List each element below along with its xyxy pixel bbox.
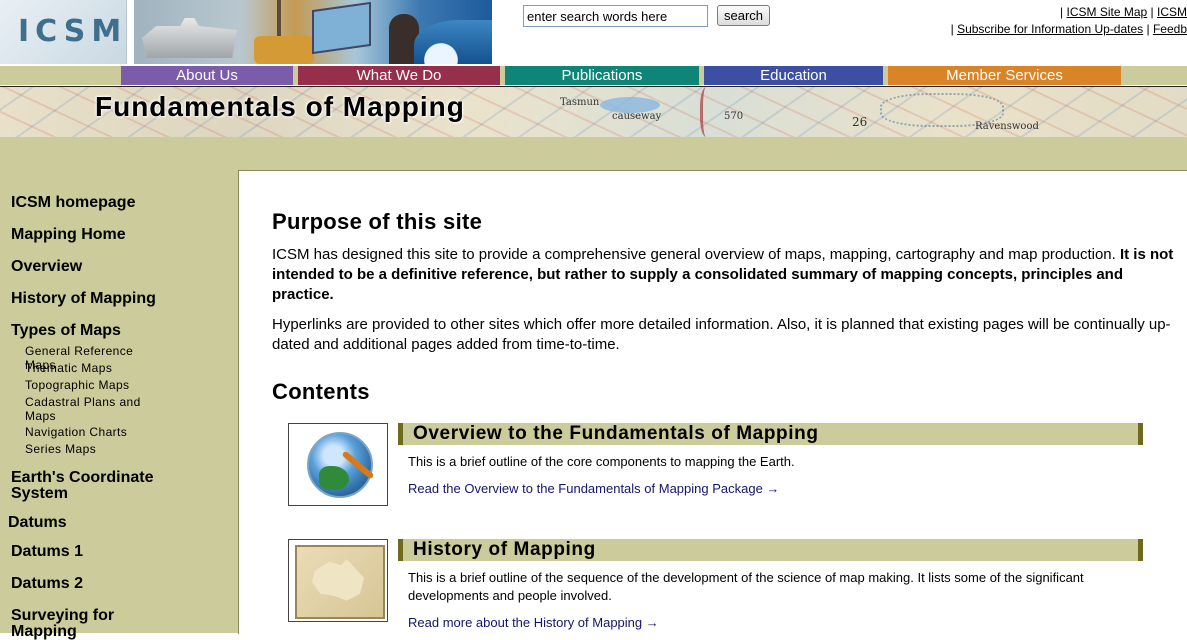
sidebar-subitem-topographic-maps[interactable]: Topographic Maps [25,378,165,392]
separator: | [1143,22,1153,36]
search-input[interactable] [523,5,708,27]
map-label: Ravenswood [975,121,1039,132]
purpose-text: ICSM has designed this site to provide a… [272,246,1120,263]
overview-package-link[interactable]: Read the Overview to the Fundamentals of… [408,481,779,496]
history-thumbnail[interactable] [288,539,388,622]
search-button[interactable]: search [717,5,770,26]
separator: | [1147,5,1157,19]
survey-drum-image [254,36,314,64]
nav-tab-publications[interactable]: Publications [505,66,699,85]
purpose-paragraph-2: Hyperlinks are provided to other sites w… [272,316,1171,353]
sidebar-item-overview[interactable]: Overview [11,259,211,275]
utility-links: | ICSM Site Map | ICSM | Subscribe for I… [887,4,1187,38]
logo-text: ICSM [18,14,128,49]
nav-tab-about-us[interactable]: About Us [121,66,293,85]
sidebar-item-datums[interactable]: Datums [8,515,208,531]
computer-screen-image [312,1,371,55]
icsm-logo[interactable]: ICSM [0,0,127,64]
map-label: 26 [852,115,868,129]
survey-tripod-image [277,0,281,40]
map-label: causeway [612,111,662,122]
sidebar-item-history-of-mapping[interactable]: History of Mapping [11,291,211,307]
feedback-link[interactable]: Feedb [1153,22,1187,36]
header: ICSM search | ICSM Site Map | ICSM | Sub… [0,0,1187,66]
sidebar-subitem-navigation-charts[interactable]: Navigation Charts [25,425,165,439]
sidebar-item-types-of-maps[interactable]: Types of Maps [11,323,211,339]
main-content: Purpose of this site ICSM has designed t… [238,170,1187,634]
section-heading-history: History of Mapping [398,539,1143,561]
nav-tab-education[interactable]: Education [704,66,883,85]
overview-thumbnail[interactable] [288,423,388,506]
wave-image [414,20,492,64]
sidebar-item-icsm-homepage[interactable]: ICSM homepage [11,195,211,211]
sidebar-item-datums-1[interactable]: Datums 1 [11,544,211,560]
purpose-paragraph-1: ICSM has designed this site to provide a… [272,245,1184,305]
site-map-link[interactable]: ICSM Site Map [1067,5,1148,19]
sidebar-item-mapping-home[interactable]: Mapping Home [11,227,211,243]
history-of-mapping-link[interactable]: Read more about the History of Mapping → [408,615,659,630]
sidebar-item-datums-2[interactable]: Datums 2 [11,576,211,592]
title-banner: Tasmun causeway 570 26 Ravenswood Fundam… [0,86,1187,138]
contents-heading: Contents [272,379,370,404]
map-label: 570 [724,111,744,122]
subscribe-link[interactable]: Subscribe for Information Up-dates [957,22,1143,36]
map-label: Tasmun [560,97,600,108]
section-heading-overview: Overview to the Fundamentals of Mapping [398,423,1143,445]
map-road-shape [700,87,715,137]
page-title: Fundamentals of Mapping [95,91,465,122]
icsm-link[interactable]: ICSM [1157,5,1187,19]
sidebar-subitem-thematic-maps[interactable]: Thematic Maps [25,361,165,375]
purpose-heading: Purpose of this site [272,209,483,234]
sidebar: ICSM homepage Mapping Home Overview Hist… [0,170,238,640]
sidebar-item-earths-coordinate-system[interactable]: Earth's Coordinate System [11,470,171,502]
section-description-history: This is a brief outline of the sequence … [408,570,1084,603]
ship-image [142,18,237,58]
header-spacer-strip [0,137,1187,170]
nav-tab-what-we-do[interactable]: What We Do [298,66,500,85]
nav-tab-member-services[interactable]: Member Services [888,66,1121,85]
sidebar-subitem-cadastral-plans[interactable]: Cadastral Plans and Maps [25,395,150,423]
sidebar-item-surveying-for-mapping[interactable]: Surveying for Mapping [11,608,141,640]
main-nav: About Us What We Do Publications Educati… [0,66,1187,85]
sidebar-subitem-series-maps[interactable]: Series Maps [25,442,165,456]
globe-land-shape [319,466,349,490]
section-description-overview: This is a brief outline of the core comp… [408,454,795,469]
header-banner-photo [134,0,492,64]
